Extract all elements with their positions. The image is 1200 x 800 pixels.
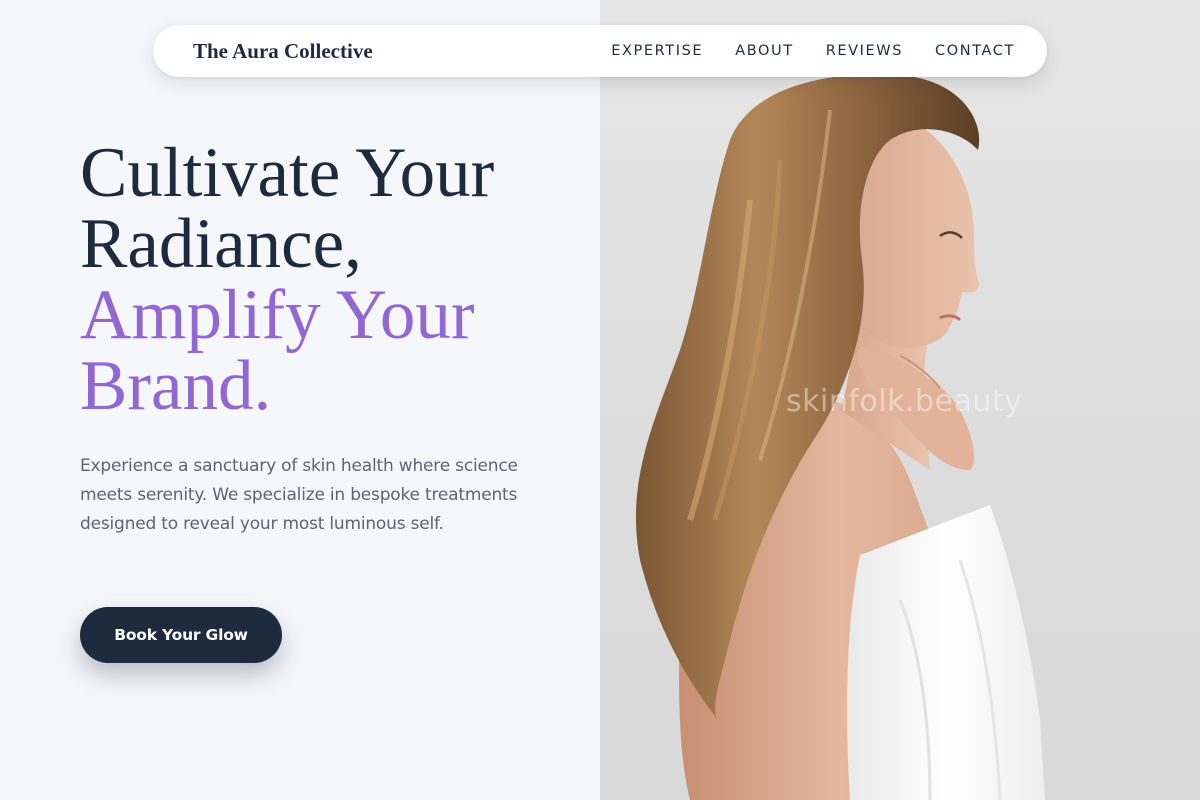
nav-link-about[interactable]: ABOUT xyxy=(735,43,794,59)
headline-accent-line-1: Amplify Your xyxy=(80,276,475,354)
hero-left-panel: Cultivate Your Radiance, Amplify Your Br… xyxy=(0,0,600,800)
book-your-glow-button[interactable]: Book Your Glow xyxy=(80,607,282,663)
nav-link-reviews[interactable]: REVIEWS xyxy=(826,43,903,59)
hero-description: Experience a sanctuary of skin health wh… xyxy=(80,456,518,534)
headline-line-2: Radiance, xyxy=(80,205,362,283)
nav-link-expertise[interactable]: EXPERTISE xyxy=(611,43,703,59)
image-watermark: skinfolk.beauty xyxy=(786,384,1023,419)
navbar: The Aura Collective EXPERTISE ABOUT REVI… xyxy=(153,25,1047,77)
brand-logo[interactable]: The Aura Collective xyxy=(193,39,373,64)
hero-headline: Cultivate Your Radiance, Amplify Your Br… xyxy=(80,138,580,422)
nav-links: EXPERTISE ABOUT REVIEWS CONTACT xyxy=(611,43,1015,59)
headline-line-1: Cultivate Your xyxy=(80,134,495,212)
nav-link-contact[interactable]: CONTACT xyxy=(935,43,1015,59)
headline-accent-line-2: Brand. xyxy=(80,347,272,425)
hero-image: skinfolk.beauty xyxy=(600,0,1200,800)
page: Cultivate Your Radiance, Amplify Your Br… xyxy=(0,0,1200,800)
